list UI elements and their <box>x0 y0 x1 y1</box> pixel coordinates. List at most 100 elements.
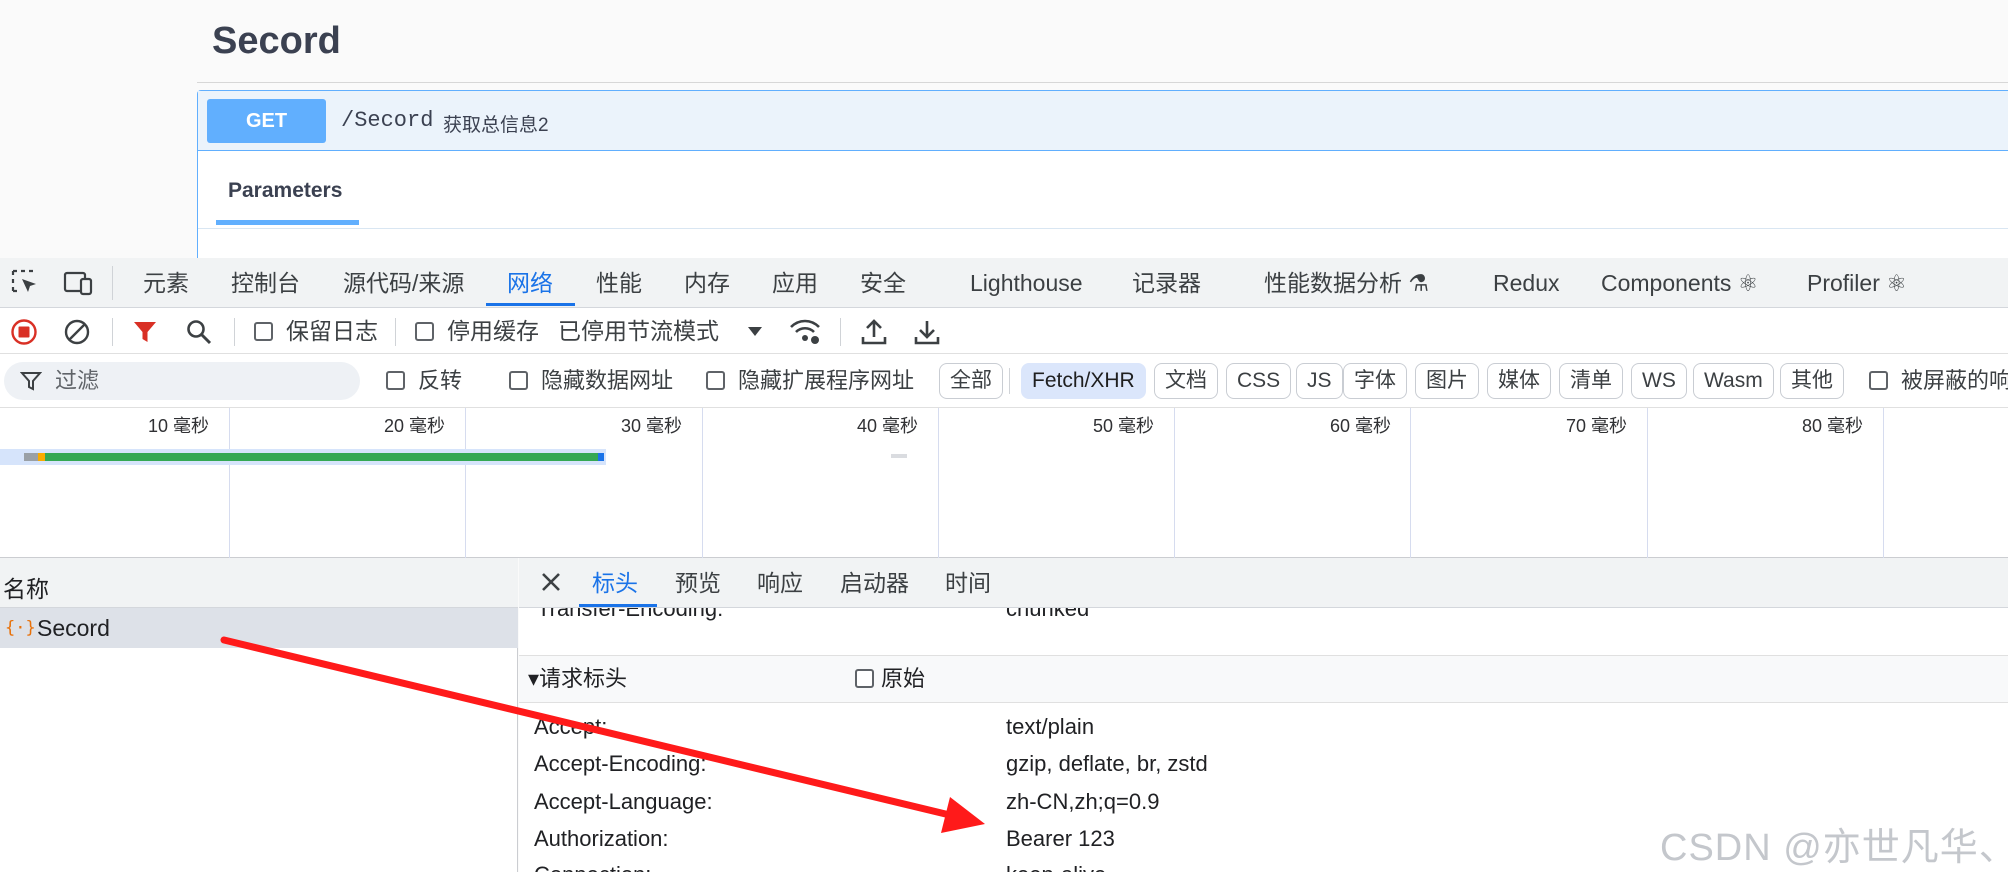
disable-cache-checkbox[interactable] <box>415 322 434 341</box>
timeline-overview[interactable] <box>0 408 2008 558</box>
details-active-tab-indicator <box>579 604 657 607</box>
tab-security[interactable]: 安全 <box>860 258 906 308</box>
filter-separator <box>1009 368 1010 394</box>
request-headers-title[interactable]: ▾请求标头 <box>528 665 627 693</box>
header-value: gzip, deflate, br, zstd <box>1006 751 1208 776</box>
tab-parameters-indicator <box>216 220 359 225</box>
tab-headers[interactable]: 标头 <box>592 558 638 608</box>
hide-data-urls-label: 隐藏数据网址 <box>541 368 674 393</box>
tab-elements[interactable]: 元素 <box>143 258 189 308</box>
type-filter-img[interactable]: 图片 <box>1415 363 1479 399</box>
header-key: Accept-Encoding: <box>534 751 707 776</box>
operation-path[interactable]: /Secord <box>341 108 433 133</box>
toolbar-separator <box>840 318 841 346</box>
tab-parameters[interactable]: Parameters <box>228 179 342 203</box>
hide-extension-urls-label: 隐藏扩展程序网址 <box>738 368 915 393</box>
request-headers-section[interactable] <box>519 655 2008 703</box>
timeline-tick-label: 70 毫秒 <box>1566 416 1628 436</box>
timeline-gridline <box>1883 408 1884 558</box>
type-filter-wasm[interactable]: Wasm <box>1693 363 1774 399</box>
type-filter-js[interactable]: JS <box>1296 363 1343 399</box>
blocked-responses-checkbox[interactable] <box>1869 371 1888 390</box>
tab-redux[interactable]: Redux <box>1493 258 1559 308</box>
tab-application[interactable]: 应用 <box>772 258 818 308</box>
upload-icon[interactable] <box>860 317 888 347</box>
tab-performance[interactable]: 性能 <box>596 258 642 308</box>
type-filter-manifest[interactable]: 清单 <box>1559 363 1623 399</box>
tab-memory[interactable]: 内存 <box>684 258 730 308</box>
timeline-bar-queue <box>24 453 38 461</box>
timeline-tick-label: 10 毫秒 <box>148 416 210 436</box>
blocked-responses-label: 被屏蔽的响 <box>1901 368 2008 393</box>
timeline-tick-label: 80 毫秒 <box>1802 416 1864 436</box>
preserve-log-checkbox[interactable] <box>254 322 273 341</box>
operation-description[interactable]: 获取总信息2 <box>443 110 549 137</box>
tab-timing[interactable]: 时间 <box>945 558 991 608</box>
type-filter-ws[interactable]: WS <box>1631 363 1687 399</box>
timeline-tick-label: 50 毫秒 <box>1093 416 1155 436</box>
header-key: Connection: <box>534 861 651 872</box>
type-filter-css[interactable]: CSS <box>1226 363 1292 399</box>
type-filter-fetch-xhr[interactable]: Fetch/XHR <box>1021 363 1146 399</box>
timeline-gridline <box>229 408 230 558</box>
timeline-tick-label: 30 毫秒 <box>621 416 683 436</box>
hide-data-urls-checkbox[interactable] <box>509 371 528 390</box>
search-icon[interactable] <box>185 318 213 346</box>
toolbar-separator <box>112 318 113 346</box>
tab-response[interactable]: 响应 <box>757 558 803 608</box>
header-value: keep-alive <box>1006 861 1106 872</box>
request-name[interactable]: Secord <box>37 614 110 642</box>
filter-funnel-icon <box>19 370 43 392</box>
type-filter-doc[interactable]: 文档 <box>1154 363 1218 399</box>
tab-console[interactable]: 控制台 <box>231 258 300 308</box>
type-filter-other[interactable]: 其他 <box>1780 363 1844 399</box>
invert-checkbox[interactable] <box>386 371 405 390</box>
tab-recorder[interactable]: 记录器 <box>1132 258 1201 308</box>
timeline-gridline <box>1647 408 1648 558</box>
preserve-log-label: 保留日志 <box>286 318 378 344</box>
type-filter-all[interactable]: 全部 <box>939 363 1003 399</box>
inspect-element-icon[interactable] <box>10 268 40 298</box>
header-value: Bearer 123 <box>1006 826 1115 851</box>
stop-recording-icon[interactable] <box>10 318 38 346</box>
tab-profiler[interactable]: Profiler ⚛ <box>1807 258 1907 308</box>
fetch-request-icon: {·} <box>5 618 36 638</box>
tab-lighthouse[interactable]: Lighthouse <box>970 258 1083 308</box>
toolbar-separator <box>112 266 113 300</box>
filter-icon[interactable] <box>131 318 159 346</box>
clear-icon[interactable] <box>63 318 91 346</box>
timeline-bar-waiting <box>45 453 598 461</box>
active-tab-indicator <box>486 303 575 306</box>
type-filter-font[interactable]: 字体 <box>1343 363 1407 399</box>
close-icon[interactable] <box>540 571 562 593</box>
disable-cache-label: 停用缓存 <box>447 318 539 344</box>
timeline-gridline <box>465 408 466 558</box>
header-key: Accept-Language: <box>534 789 713 814</box>
chevron-down-icon[interactable] <box>744 320 766 342</box>
raw-headers-checkbox[interactable] <box>855 669 874 688</box>
hide-extension-urls-checkbox[interactable] <box>706 371 725 390</box>
tab-sources[interactable]: 源代码/来源 <box>343 258 464 308</box>
timeline-bar-download <box>598 453 604 461</box>
name-column-header[interactable]: 名称 <box>3 570 49 604</box>
tab-components[interactable]: Components ⚛ <box>1601 258 1758 308</box>
get-method-button[interactable]: GET <box>207 99 326 143</box>
network-conditions-icon[interactable] <box>788 316 822 346</box>
tab-preview[interactable]: 预览 <box>675 558 721 608</box>
tab-network[interactable]: 网络 <box>507 258 553 308</box>
invert-label: 反转 <box>418 368 463 393</box>
raw-headers-label: 原始 <box>881 666 926 691</box>
header-key: Accept: <box>534 714 608 739</box>
download-icon[interactable] <box>913 317 941 347</box>
device-toolbar-icon[interactable] <box>62 268 94 298</box>
timeline-bar-connect <box>38 453 45 461</box>
toolbar-separator <box>395 318 396 346</box>
request-list-header[interactable] <box>0 558 518 608</box>
tab-initiator[interactable]: 启动器 <box>840 558 909 608</box>
type-filter-media[interactable]: 媒体 <box>1487 363 1551 399</box>
parameters-divider <box>198 228 2008 229</box>
header-key: Authorization: <box>534 826 669 851</box>
tab-performance-insights[interactable]: 性能数据分析 ⚗ <box>1264 258 1429 308</box>
section-divider <box>197 82 2008 83</box>
throttling-select[interactable]: 已停用节流模式 <box>558 308 719 354</box>
